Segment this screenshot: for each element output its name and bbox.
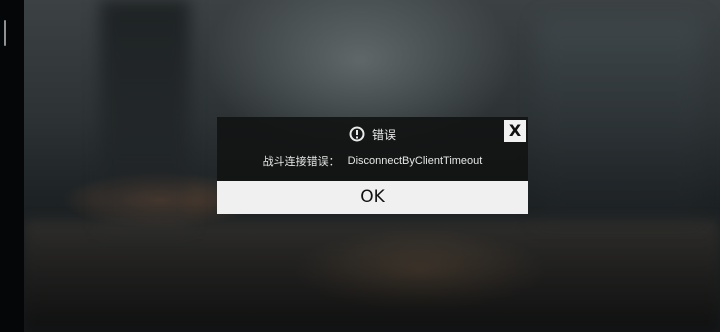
error-message: 战斗连接错误： DisconnectByClientTimeout (217, 152, 528, 170)
game-screen: 错误 X 战斗连接错误： DisconnectByClientTimeout O… (0, 0, 720, 332)
background-ground (24, 220, 720, 332)
background-ruin-right (540, 20, 700, 220)
error-dialog: 错误 X 战斗连接错误： DisconnectByClientTimeout O… (217, 117, 528, 214)
edge-handle[interactable] (4, 20, 6, 46)
background-ruin-left (100, 0, 190, 230)
left-edge-bar (0, 0, 24, 332)
dialog-title: 错误 (217, 123, 528, 145)
error-message-detail: DisconnectByClientTimeout (347, 155, 483, 167)
alert-circle-icon (349, 126, 365, 142)
error-message-prefix: 战斗连接错误： (262, 155, 340, 168)
dialog-title-text: 错误 (371, 127, 396, 142)
close-button[interactable]: X (504, 120, 526, 142)
ok-button[interactable]: OK (217, 181, 528, 214)
